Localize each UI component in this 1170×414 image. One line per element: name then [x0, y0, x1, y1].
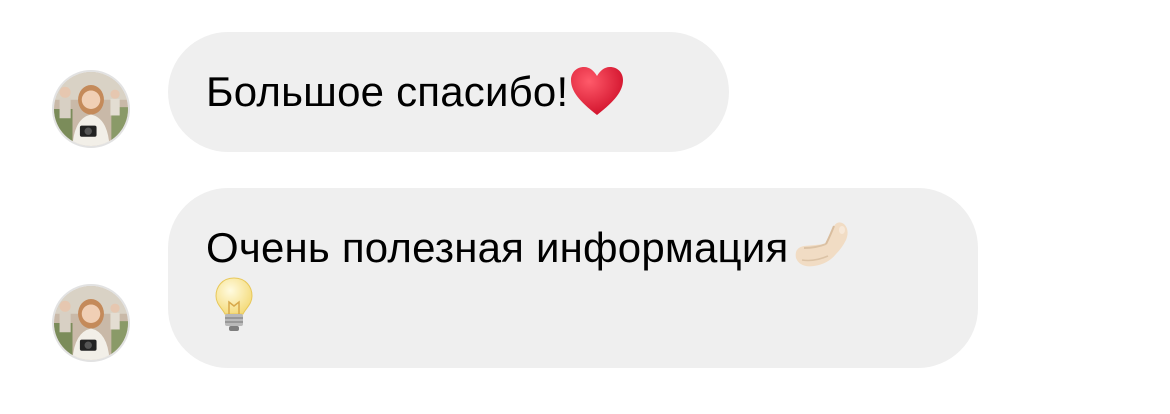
avatar[interactable]: [52, 70, 130, 148]
message-bubble[interactable]: Большое спасибо!: [168, 32, 729, 152]
message-text: Большое спасибо!: [206, 68, 569, 115]
message-bubble[interactable]: Очень полезная информация: [168, 188, 978, 368]
heart-emoji: [569, 65, 625, 117]
light-bulb-emoji: [214, 276, 254, 334]
message-text: Очень полезная информация: [206, 224, 789, 271]
avatar[interactable]: [52, 284, 130, 362]
pinched-fingers-emoji: [790, 218, 852, 272]
